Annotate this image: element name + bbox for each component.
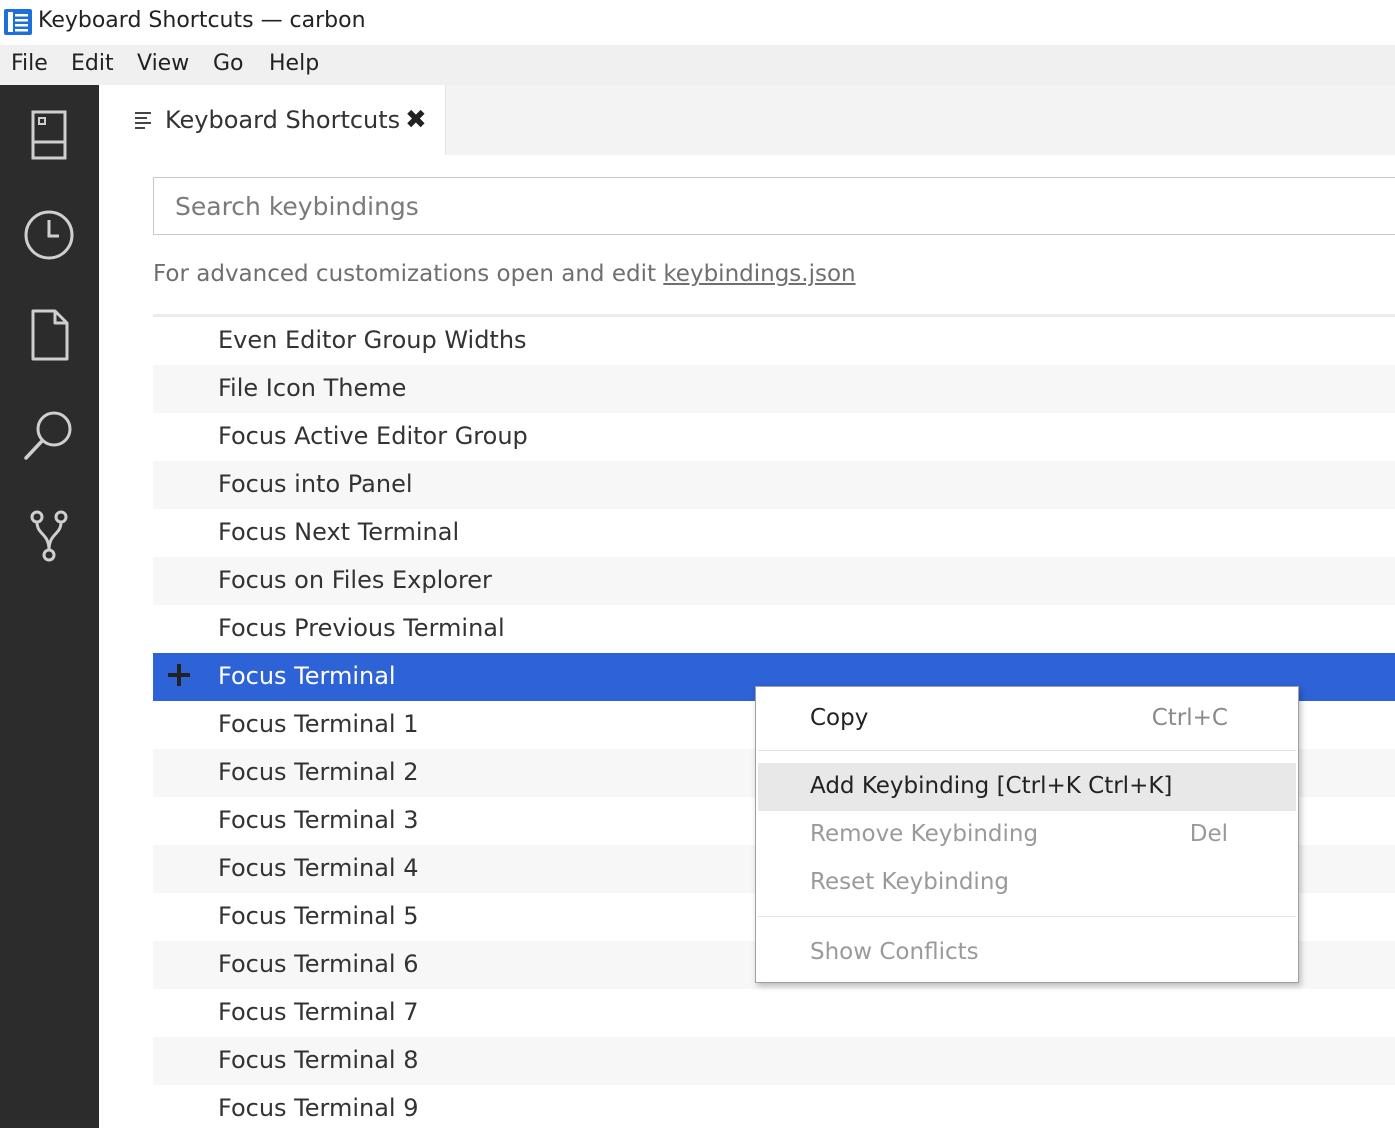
table-row[interactable]: Focus on Files Explorer	[153, 557, 1395, 605]
context-menu-show-conflicts[interactable]: Show Conflicts	[758, 929, 1296, 977]
context-menu-label: Reset Keybinding	[810, 869, 1009, 895]
table-row[interactable]: Focus Next Terminal	[153, 509, 1395, 557]
table-row[interactable]: Focus Terminal 9	[153, 1085, 1395, 1133]
menu-file[interactable]: File	[11, 51, 48, 76]
menu-edit[interactable]: Edit	[71, 51, 114, 76]
command-label: File Icon Theme	[218, 374, 407, 402]
tab-label: Keyboard Shortcuts	[165, 106, 401, 134]
command-label: Focus on Files Explorer	[218, 566, 492, 594]
context-menu-remove-keybinding[interactable]: Remove Keybinding Del	[758, 811, 1296, 859]
hint-text: For advanced customizations open and edi…	[153, 261, 664, 287]
context-menu-shortcut: Ctrl+C	[1151, 705, 1228, 731]
table-row[interactable]: Focus Active Editor Group	[153, 413, 1395, 461]
table-row[interactable]: Even Editor Group Widths	[153, 317, 1395, 365]
context-menu-copy[interactable]: Copy Ctrl+C	[758, 695, 1296, 743]
title-bar: Keyboard Shortcuts — carbon	[0, 0, 1395, 45]
search-icon[interactable]	[19, 405, 79, 465]
command-label: Focus Terminal 7	[218, 998, 419, 1026]
context-menu-label: Add Keybinding [Ctrl+K Ctrl+K]	[810, 773, 1173, 799]
command-label: Focus Terminal	[218, 662, 396, 690]
context-menu-add-keybinding[interactable]: Add Keybinding [Ctrl+K Ctrl+K]	[758, 763, 1296, 811]
command-label: Focus Terminal 5	[218, 902, 419, 930]
command-label: Focus Terminal 8	[218, 1046, 419, 1074]
activity-bar	[0, 85, 99, 1128]
menu-bar: File Edit View Go Help	[0, 45, 1395, 85]
command-label: Focus Terminal 1	[218, 710, 419, 738]
command-label: Focus Terminal 4	[218, 854, 419, 882]
context-menu-label: Remove Keybinding	[810, 821, 1039, 847]
menu-view[interactable]: View	[137, 51, 189, 76]
command-label: Focus Previous Terminal	[218, 614, 505, 642]
command-label: Focus Next Terminal	[218, 518, 460, 546]
command-label: Focus Terminal 6	[218, 950, 419, 978]
table-row[interactable]: Focus into Panel	[153, 461, 1395, 509]
explorer-panel-icon[interactable]	[19, 104, 79, 164]
add-keybinding-icon[interactable]	[167, 663, 191, 687]
context-menu: Copy Ctrl+C Add Keybinding [Ctrl+K Ctrl+…	[755, 686, 1299, 983]
command-label: Focus Terminal 2	[218, 758, 419, 786]
context-menu-separator	[758, 750, 1296, 751]
table-row[interactable]: Focus Terminal 7	[153, 989, 1395, 1037]
context-menu-label: Show Conflicts	[810, 939, 979, 965]
menu-help[interactable]: Help	[269, 51, 319, 76]
app-logo-icon	[4, 9, 32, 35]
customization-hint: For advanced customizations open and edi…	[153, 261, 856, 287]
file-icon[interactable]	[19, 305, 79, 365]
command-label: Even Editor Group Widths	[218, 326, 527, 354]
context-menu-label: Copy	[810, 705, 869, 731]
keyboard-shortcuts-tab-icon	[135, 112, 151, 129]
close-icon[interactable]: ✖	[405, 105, 427, 135]
menu-go[interactable]: Go	[213, 51, 244, 76]
context-menu-separator	[758, 916, 1296, 917]
keybindings-json-link[interactable]: keybindings.json	[663, 261, 855, 287]
clock-icon[interactable]	[19, 205, 79, 265]
tab-keyboard-shortcuts[interactable]: Keyboard Shortcuts ✖	[99, 85, 446, 155]
tab-strip: Keyboard Shortcuts ✖	[99, 85, 1395, 155]
table-row[interactable]: Focus Previous Terminal	[153, 605, 1395, 653]
command-label: Focus Terminal 3	[218, 806, 419, 834]
command-label: Focus Active Editor Group	[218, 422, 528, 450]
table-row[interactable]: File Icon Theme	[153, 365, 1395, 413]
source-control-icon[interactable]	[19, 505, 79, 565]
command-label: Focus into Panel	[218, 470, 413, 498]
table-row[interactable]: Focus Terminal 8	[153, 1037, 1395, 1085]
context-menu-reset-keybinding[interactable]: Reset Keybinding	[758, 859, 1296, 907]
search-input[interactable]	[153, 177, 1395, 235]
window-title: Keyboard Shortcuts — carbon	[38, 8, 366, 33]
context-menu-shortcut: Del	[1189, 821, 1228, 847]
command-label: Focus Terminal 9	[218, 1094, 419, 1122]
